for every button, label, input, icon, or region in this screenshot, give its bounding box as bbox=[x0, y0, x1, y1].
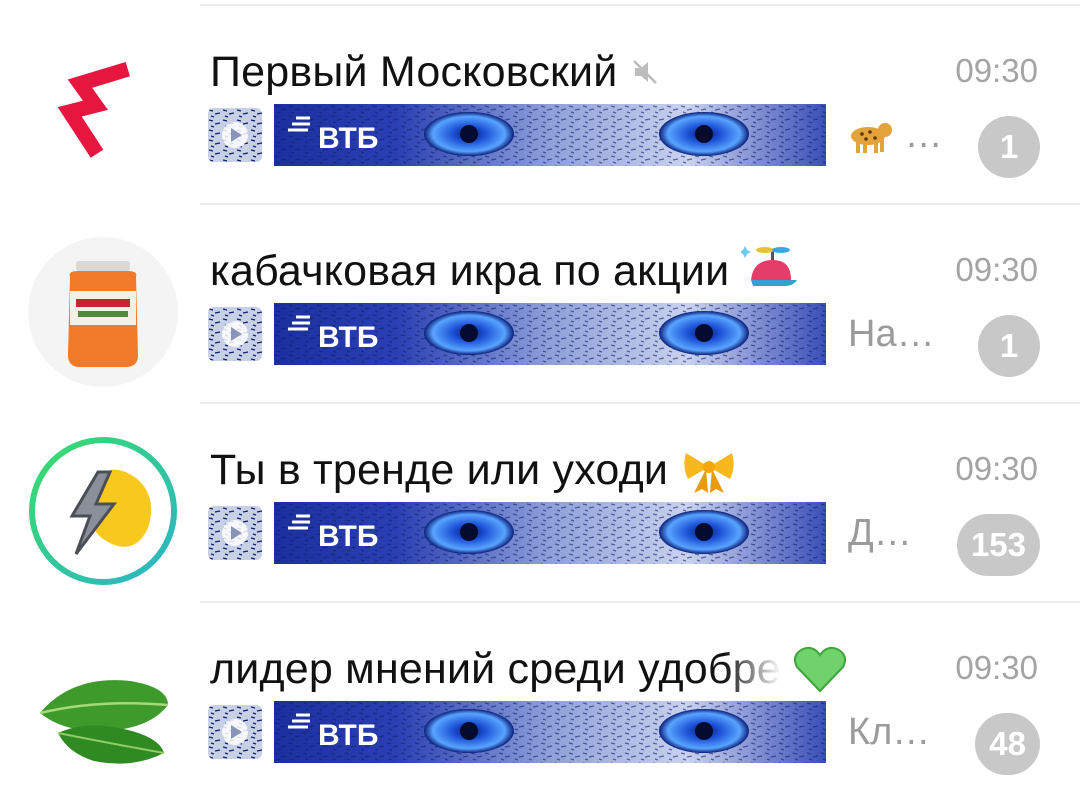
chat-time: 09:30 bbox=[955, 450, 1038, 487]
chat-row-kabachkovaya-ikra[interactable]: кабачковая икра по акции 09:30 ВТБ На… 1 bbox=[0, 205, 1080, 404]
video-thumbnail[interactable] bbox=[208, 705, 262, 759]
green-leaf-avatar[interactable] bbox=[28, 635, 178, 785]
chat-title: Первый Московский bbox=[210, 47, 618, 96]
chat-title: лидер мнений среди удобре bbox=[210, 644, 781, 693]
vtb-banner-image[interactable]: ВТБ bbox=[274, 104, 826, 166]
zucchini-caviar-jar-avatar[interactable] bbox=[28, 237, 178, 387]
banner-brand-text: ВТБ bbox=[318, 719, 378, 752]
ribbon-bow-emoji-icon bbox=[680, 445, 738, 495]
chat-title-line: кабачковая икра по акции bbox=[210, 241, 920, 301]
chat-title-line: лидер мнений среди удобре bbox=[210, 639, 920, 699]
message-snippet: … bbox=[848, 114, 943, 157]
leopard-emoji-icon bbox=[848, 114, 905, 156]
vtb-banner-image[interactable]: ВТБ bbox=[274, 303, 826, 365]
banner-brand-text: ВТБ bbox=[318, 520, 378, 553]
chat-title-line: Первый Московский bbox=[210, 42, 920, 102]
message-preview: ВТБ Д… bbox=[208, 502, 938, 564]
unread-badge: 48 bbox=[975, 713, 1040, 775]
unread-badge: 1 bbox=[978, 315, 1040, 377]
message-snippet: Д… bbox=[848, 511, 912, 554]
chat-time: 09:30 bbox=[955, 649, 1038, 686]
unread-badge: 153 bbox=[956, 514, 1040, 576]
green-heart-emoji-icon bbox=[793, 645, 847, 693]
unread-badge: 1 bbox=[978, 116, 1040, 178]
chat-row-pervyi-moskovskiy[interactable]: Первый Московский 09:30 ВТБ … 1 bbox=[0, 6, 1080, 205]
lightning-blob-avatar[interactable] bbox=[28, 436, 178, 586]
message-preview: ВТБ Кл… bbox=[208, 701, 938, 763]
chat-row-lider-mneniy[interactable]: лидер мнений среди удобре 09:30 ВТБ Кл… … bbox=[0, 603, 1080, 797]
video-thumbnail[interactable] bbox=[208, 307, 262, 361]
chat-row-ty-v-trende[interactable]: Ты в тренде или уходи 09:30 ВТБ Д… 153 bbox=[0, 404, 1080, 603]
message-snippet: Кл… bbox=[848, 710, 931, 753]
message-preview: ВТБ … bbox=[208, 104, 943, 166]
chat-time: 09:30 bbox=[955, 251, 1038, 288]
video-thumbnail[interactable] bbox=[208, 506, 262, 560]
banner-brand-text: ВТБ bbox=[318, 122, 378, 155]
chat-title: кабачковая икра по акции bbox=[210, 246, 730, 295]
message-snippet: На… bbox=[848, 312, 935, 355]
muted-speaker-icon bbox=[630, 57, 660, 87]
banner-brand-text: ВТБ bbox=[318, 321, 378, 354]
chat-time: 09:30 bbox=[955, 52, 1038, 89]
chat-title: Ты в тренде или уходи bbox=[210, 445, 669, 494]
video-thumbnail[interactable] bbox=[208, 108, 262, 162]
message-preview: ВТБ На… bbox=[208, 303, 938, 365]
chat-list: Первый Московский 09:30 ВТБ … 1 кабачков… bbox=[0, 6, 1080, 797]
chat-title-line: Ты в тренде или уходи bbox=[210, 440, 920, 500]
snippet-text: … bbox=[904, 113, 943, 156]
moscow-logo-avatar[interactable] bbox=[28, 38, 178, 188]
propeller-cap-emoji-icon bbox=[741, 244, 801, 298]
vtb-banner-image[interactable]: ВТБ bbox=[274, 701, 826, 763]
vtb-banner-image[interactable]: ВТБ bbox=[274, 502, 826, 564]
